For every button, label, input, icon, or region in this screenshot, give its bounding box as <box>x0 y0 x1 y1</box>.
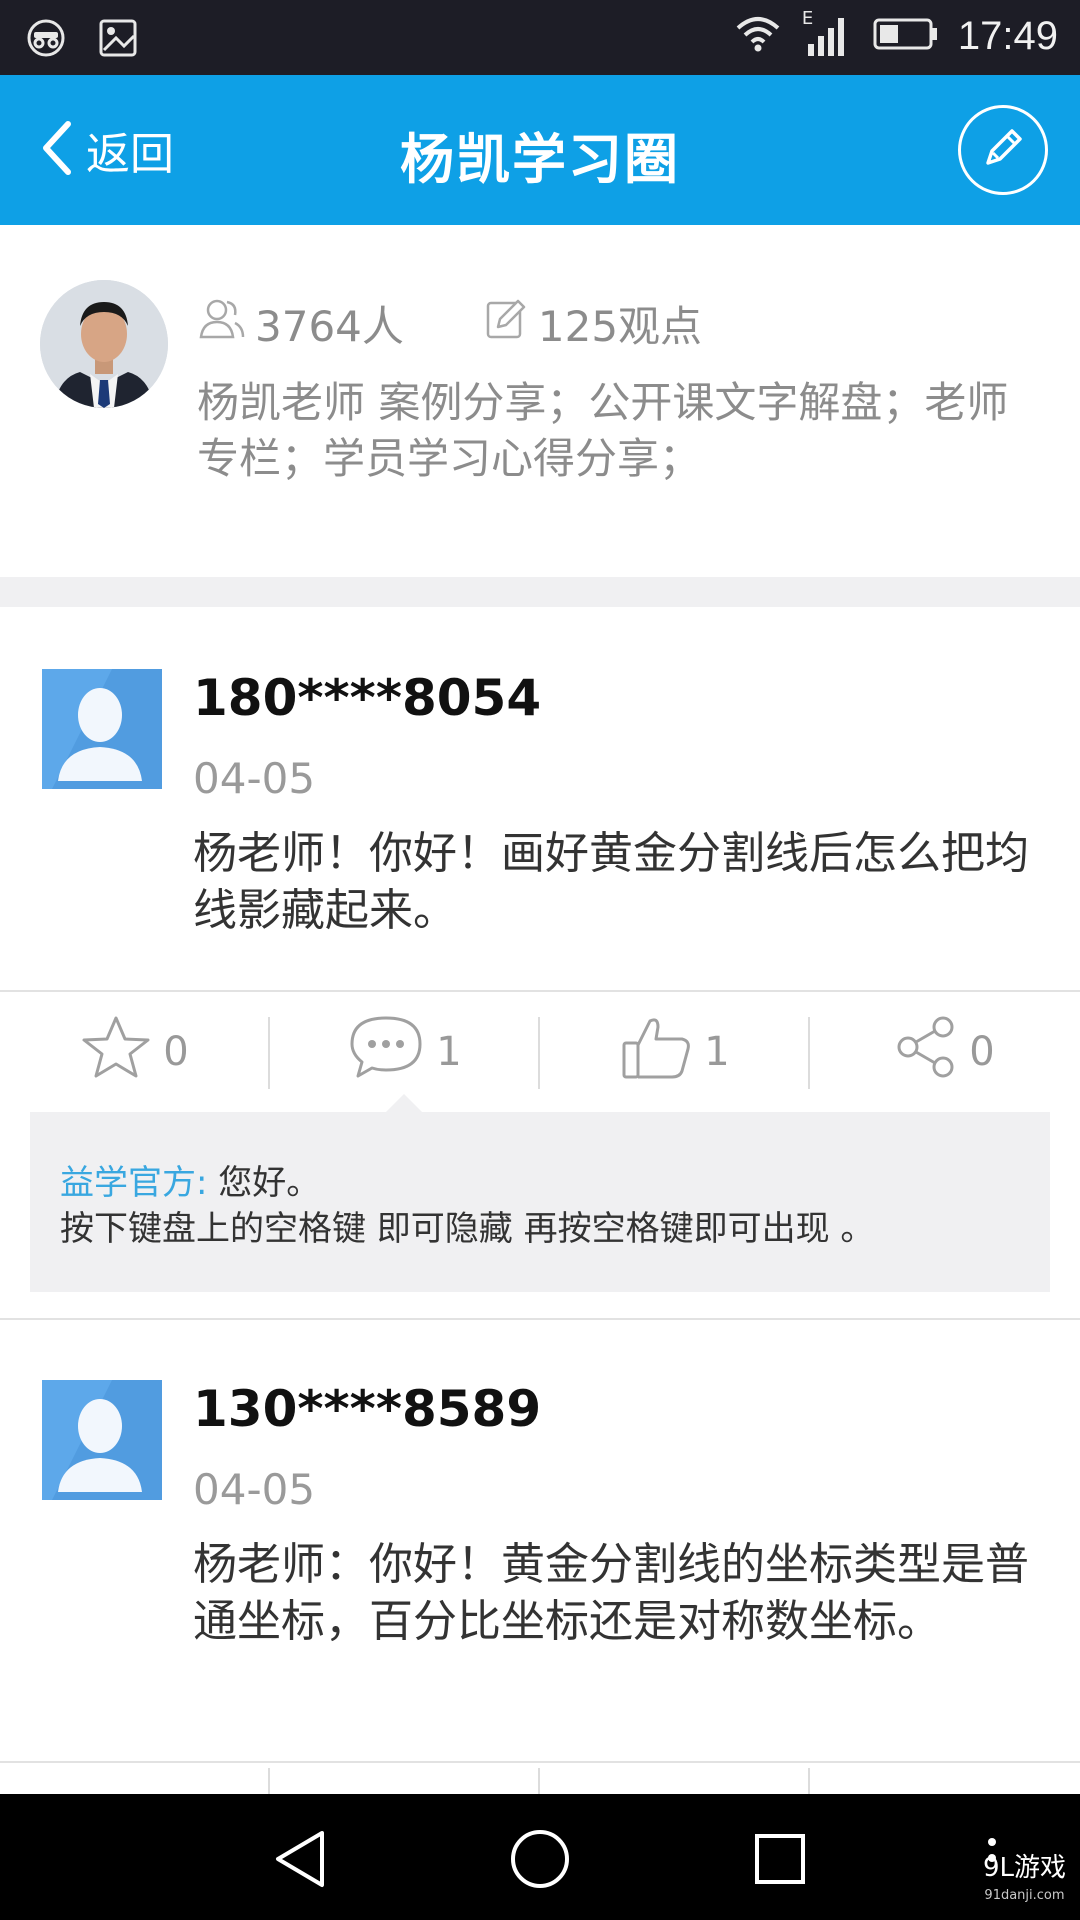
wifi-icon <box>734 14 782 58</box>
post-content: 杨老师：你好！黄金分割线的坐标类型是普通坐标，百分比坐标还是对称数坐标。 <box>193 1539 1029 1647</box>
viewpoints-count: 125观点 <box>537 302 703 351</box>
post-content: 杨老师！你好！画好黄金分割线后怎么把均线影藏起来。 <box>193 828 1029 936</box>
post-card: 130****8589 04-05 杨老师：你好！黄金分割线的坐标类型是普通坐标… <box>0 1320 1080 1794</box>
post-username[interactable]: 130****8589 <box>193 1380 541 1438</box>
reply-item[interactable]: 益学官方: 您好。 按下键盘上的空格键 即可隐藏 再按空格键即可出现 。 <box>60 1112 1020 1252</box>
reply-first-line: 益学官方: 您好。 <box>60 1160 1020 1206</box>
system-nav-bar: 9L游戏 91danji.com <box>0 1794 1080 1920</box>
favorite-button[interactable]: 0 <box>0 992 270 1112</box>
share-button[interactable]: 0 <box>810 992 1080 1112</box>
action-divider <box>268 1768 270 1794</box>
nav-back-button[interactable] <box>265 1824 335 1894</box>
teacher-avatar[interactable] <box>40 280 168 408</box>
comment-count: 1 <box>436 1029 462 1075</box>
incognito-icon <box>24 16 68 64</box>
like-count: 1 <box>704 1029 730 1075</box>
battery-icon <box>872 16 938 56</box>
circle-profile: 3764人 125观点 杨凯老师 案例分享；公开课文字解盘；老师专栏；学员学习心… <box>0 225 1080 577</box>
thumbs-up-icon <box>620 1013 692 1091</box>
members-count: 3764人 <box>255 302 404 351</box>
share-icon <box>895 1015 957 1089</box>
reply-text-continued: 按下键盘上的空格键 即可隐藏 再按空格键即可出现 。 <box>60 1209 875 1249</box>
viewpoints-stat: 125观点 <box>484 293 702 354</box>
post-date: 04-05 <box>193 1465 316 1514</box>
action-divider <box>538 1768 540 1794</box>
clock: 17:49 <box>957 13 1058 58</box>
post-card: 180****8054 04-05 杨老师！你好！画好黄金分割线后怎么把均线影藏… <box>0 607 1080 1319</box>
action-divider <box>808 1017 810 1089</box>
pencil-icon <box>978 123 1028 177</box>
action-divider <box>808 1768 810 1794</box>
post-username[interactable]: 180****8054 <box>193 669 541 727</box>
watermark: 9L游戏 91danji.com <box>983 1854 1066 1910</box>
post-actions: 0 1 1 0 <box>0 992 1080 1112</box>
reply-pointer <box>386 1094 422 1112</box>
watermark-site: 91danji.com <box>984 1888 1065 1903</box>
status-bar: E 17:49 <box>0 0 1080 75</box>
post-date: 04-05 <box>193 754 316 803</box>
circle-description: 杨凯老师 案例分享；公开课文字解盘；老师专栏；学员学习心得分享； <box>197 378 1009 483</box>
compose-button[interactable] <box>958 105 1048 195</box>
action-divider <box>268 1017 270 1089</box>
share-count: 0 <box>969 1029 995 1075</box>
circle-stats: 3764人 125观点 <box>197 293 702 354</box>
watermark-brand: 9L游戏 <box>982 1853 1066 1883</box>
nav-home-button[interactable] <box>505 1824 575 1894</box>
comment-icon <box>348 1014 424 1090</box>
page-title: 杨凯学习圈 <box>400 128 680 191</box>
like-button[interactable]: 1 <box>540 992 810 1112</box>
reply-text: 您好。 <box>218 1163 321 1203</box>
section-divider <box>0 577 1080 607</box>
reply-list: 益学官方: 您好。 按下键盘上的空格键 即可隐藏 再按空格键即可出现 。 <box>30 1112 1050 1292</box>
reply-author[interactable]: 益学官方: <box>60 1163 207 1203</box>
favorite-count: 0 <box>163 1029 189 1075</box>
edit-note-icon <box>484 297 528 351</box>
app-header: 返回 杨凯学习圈 <box>0 75 1080 225</box>
users-icon <box>197 297 245 351</box>
nav-recents-button[interactable] <box>745 1824 815 1894</box>
user-avatar[interactable] <box>42 1380 162 1500</box>
action-divider <box>538 1017 540 1089</box>
star-icon <box>81 1014 151 1090</box>
user-avatar[interactable] <box>42 669 162 789</box>
divider-line <box>0 1761 1080 1763</box>
members-stat: 3764人 <box>197 293 404 354</box>
signal-icon: E <box>802 8 852 60</box>
image-icon <box>96 16 140 64</box>
